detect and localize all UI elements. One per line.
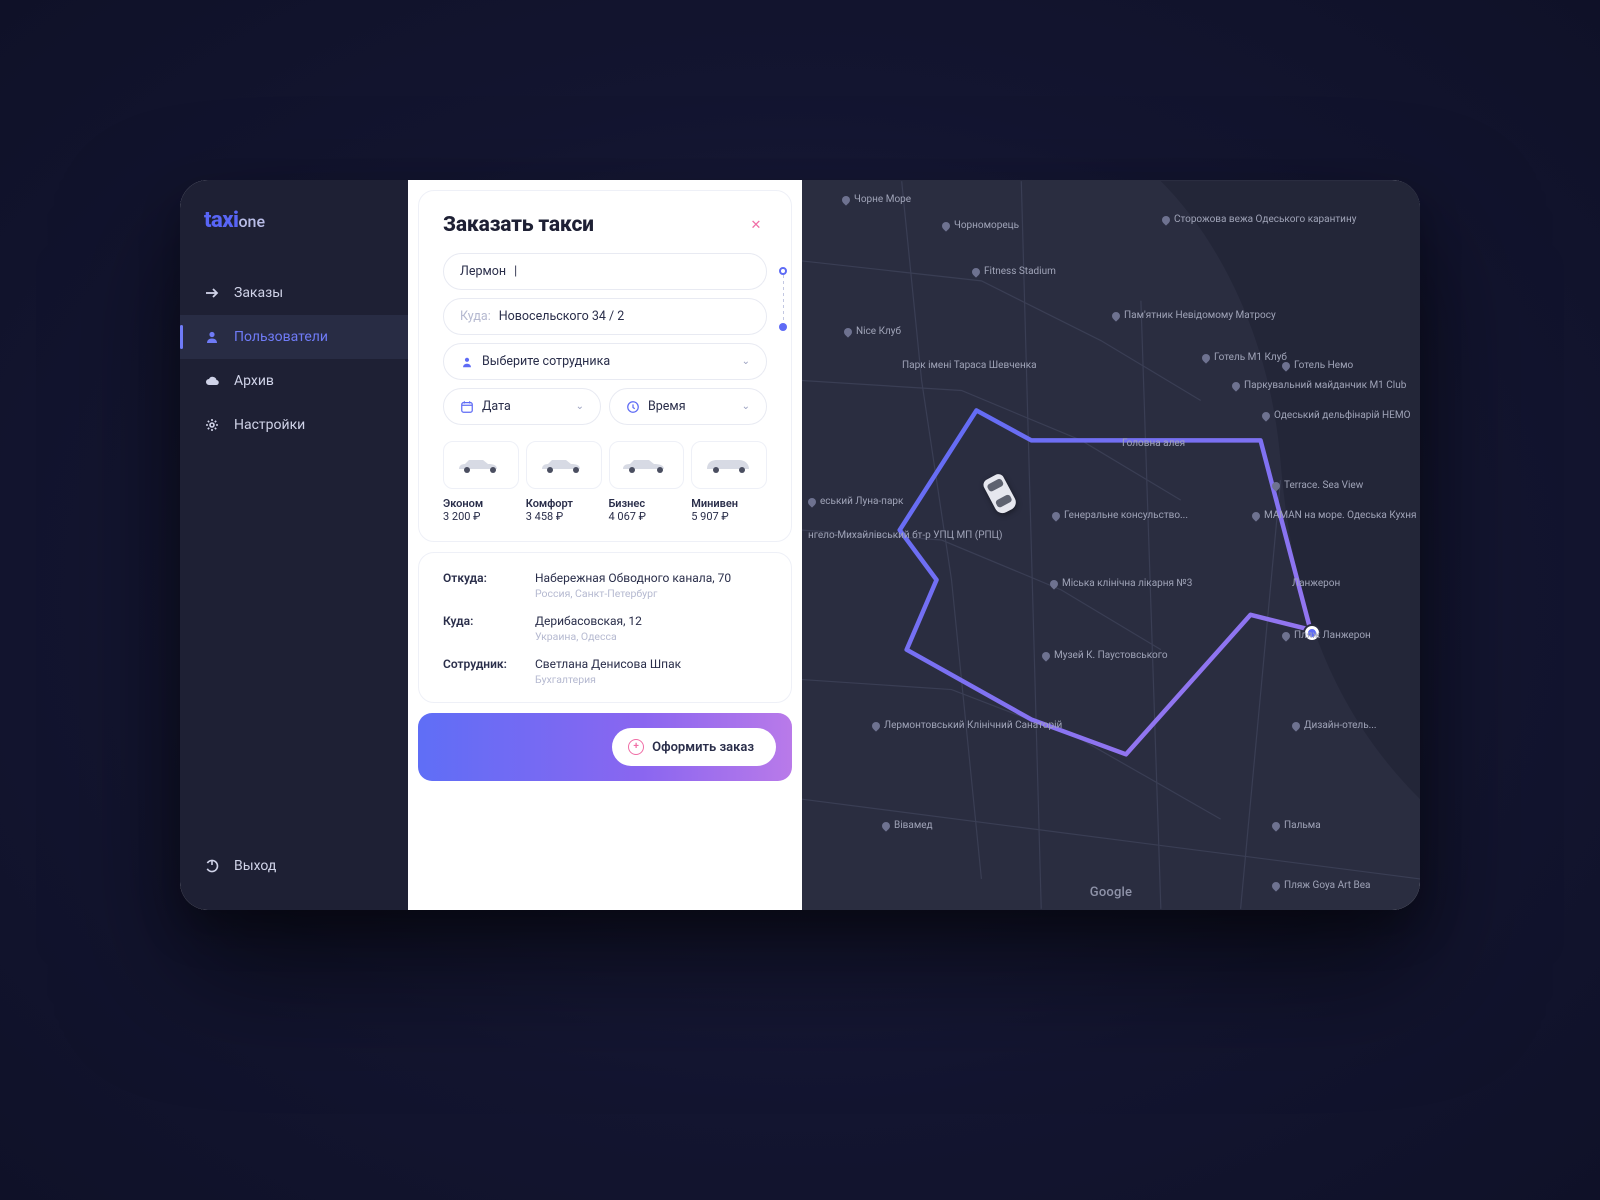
sidebar: taxione Заказы Пользователи Архив [180, 180, 408, 910]
chevron-down-icon: ⌄ [742, 401, 750, 412]
chevron-down-icon: ⌄ [742, 356, 750, 367]
car-label: Бизнес4 067 ₽ [609, 497, 685, 523]
car-tile-comfort[interactable] [526, 441, 602, 489]
time-select[interactable]: Время ⌄ [609, 388, 767, 425]
logo-suffix: one [238, 212, 265, 231]
detail-emp-value: Светлана Денисова Шпак Бухгалтерия [535, 657, 767, 686]
destination-input[interactable]: Куда: Новосельского 34 / 2 [443, 298, 767, 335]
car-label: Минивен5 907 ₽ [691, 497, 767, 523]
date-label: Дата [482, 399, 511, 414]
close-icon: ✕ [751, 218, 762, 233]
car-tile-business[interactable] [609, 441, 685, 489]
map-view[interactable]: Чорне Море Чорноморець Сторожова вежа Од… [802, 180, 1420, 910]
destination-prefix: Куда: [460, 309, 491, 324]
calendar-icon [460, 400, 474, 414]
time-label: Время [648, 399, 686, 414]
user-icon [204, 329, 220, 345]
submit-label: Оформить заказ [652, 740, 754, 755]
app-window: taxione Заказы Пользователи Архив [180, 180, 1420, 910]
submit-order-button[interactable]: + Оформить заказ [612, 728, 776, 766]
origin-value: Лермон [460, 264, 506, 279]
employee-select[interactable]: Выберите сотрудника ⌄ [443, 343, 767, 380]
chevron-down-icon: ⌄ [576, 401, 584, 412]
nav: Заказы Пользователи Архив Настройки [180, 271, 408, 844]
sedan-icon [453, 453, 509, 477]
sidebar-item-archive[interactable]: Архив [180, 359, 408, 403]
date-select[interactable]: Дата ⌄ [443, 388, 601, 425]
logo: taxione [180, 208, 408, 233]
form-panel: Заказать такси ✕ Лермон | Куда: Новосельс… [408, 180, 802, 910]
cloud-icon [204, 373, 220, 389]
sidebar-item-label: Настройки [234, 417, 305, 433]
clock-icon [626, 400, 640, 414]
cta-bar: + Оформить заказ [418, 713, 792, 781]
detail-from-value: Набережная Обводного канала, 70 Россия, … [535, 571, 767, 600]
car-class-list [443, 441, 767, 489]
origin-dot-icon [779, 267, 787, 275]
sidebar-item-orders[interactable]: Заказы [180, 271, 408, 315]
sidebar-item-label: Заказы [234, 285, 283, 301]
gear-icon [204, 417, 220, 433]
sidebar-item-label: Пользователи [234, 329, 328, 345]
sidebar-item-settings[interactable]: Настройки [180, 403, 408, 447]
employee-placeholder: Выберите сотрудника [482, 354, 610, 369]
destination-value: Новосельского 34 / 2 [499, 309, 625, 324]
detail-from-label: Откуда: [443, 571, 519, 600]
origin-input[interactable]: Лермон | [443, 253, 767, 290]
map-roads [802, 180, 1420, 910]
map-attribution: Google [1090, 885, 1132, 900]
logo-prefix: taxi [204, 208, 238, 233]
route-connector [779, 267, 787, 331]
car-tile-economy[interactable] [443, 441, 519, 489]
plus-circle-icon: + [628, 739, 644, 755]
logout-label: Выход [234, 858, 276, 874]
user-icon [460, 355, 474, 369]
sidebar-item-label: Архив [234, 373, 274, 389]
arrow-right-icon [204, 285, 220, 301]
detail-emp-label: Сотрудник: [443, 657, 519, 686]
car-label: Комфорт3 458 ₽ [526, 497, 602, 523]
detail-to-label: Куда: [443, 614, 519, 643]
sedan-icon [618, 453, 674, 477]
sedan-icon [536, 453, 592, 477]
order-form-card: Заказать такси ✕ Лермон | Куда: Новосельс… [418, 190, 792, 542]
sidebar-item-users[interactable]: Пользователи [180, 315, 408, 359]
detail-to-value: Дерибасовская, 12 Украина, Одесса [535, 614, 767, 643]
minivan-icon [701, 453, 757, 477]
power-icon [204, 858, 220, 874]
page-title: Заказать такси [443, 213, 594, 237]
car-label: Эконом3 200 ₽ [443, 497, 519, 523]
text-cursor: | [514, 264, 517, 279]
order-details-card: Откуда: Набережная Обводного канала, 70 … [418, 552, 792, 703]
car-tile-minivan[interactable] [691, 441, 767, 489]
close-button[interactable]: ✕ [745, 214, 767, 236]
logout-button[interactable]: Выход [180, 844, 408, 888]
destination-dot-icon [779, 323, 787, 331]
